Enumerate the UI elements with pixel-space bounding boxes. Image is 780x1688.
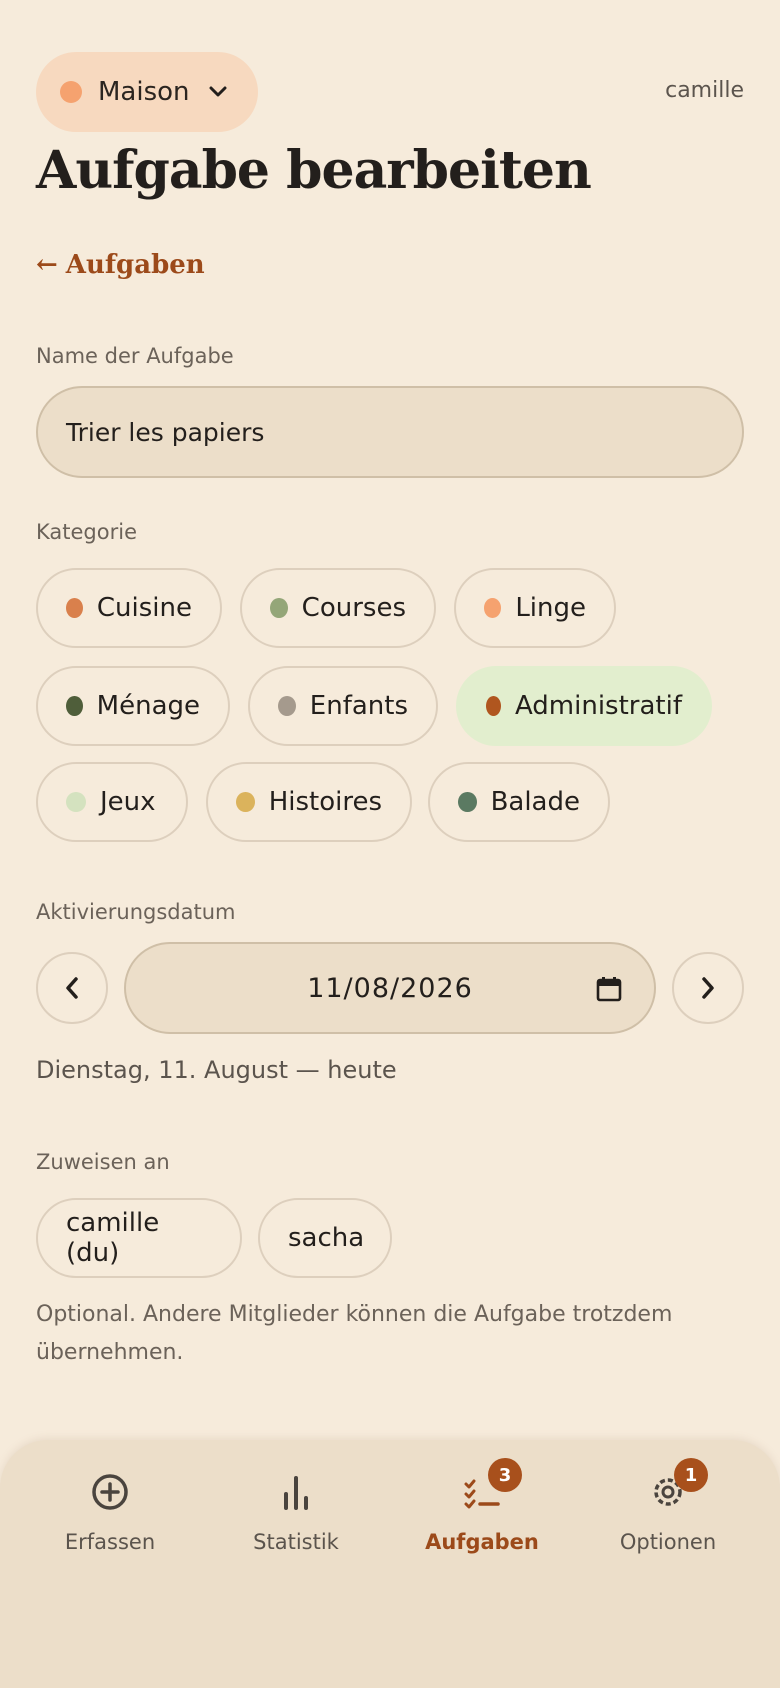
chevron-down-icon xyxy=(208,82,228,102)
nav-item-erfassen[interactable]: Erfassen xyxy=(20,1468,200,1554)
category-color-dot xyxy=(484,598,502,618)
assign-hint: Optional. Andere Mitglieder können die A… xyxy=(36,1302,673,1365)
household-color-dot xyxy=(60,81,82,103)
category-chip-label: Histoires xyxy=(268,787,382,817)
category-chip-label: Jeux xyxy=(100,787,156,817)
assignee-chip-sacha[interactable]: sacha xyxy=(258,1198,392,1278)
category-chip-linge[interactable]: Linge xyxy=(454,568,616,648)
assign-label: Zuweisen an xyxy=(36,1150,170,1174)
date-description: Dienstag, 11. August — heute xyxy=(36,1056,397,1084)
chevron-right-icon xyxy=(702,977,714,999)
arrow-left-icon: ← xyxy=(36,250,58,280)
assignee-chip-label: camille (du) xyxy=(66,1208,160,1268)
checklist-icon: 3 xyxy=(458,1458,522,1516)
nav-item-statistik[interactable]: Statistik xyxy=(206,1468,386,1554)
category-chip-label: Cuisine xyxy=(96,593,192,623)
notification-badge: 3 xyxy=(488,1458,522,1492)
nav-item-optionen[interactable]: 1 Optionen xyxy=(578,1458,758,1554)
date-value: 11/08/2026 xyxy=(307,972,473,1004)
plus-circle-icon xyxy=(86,1468,134,1516)
category-chip-administratif[interactable]: Administratif xyxy=(456,666,712,746)
category-chip-enfants[interactable]: Enfants xyxy=(248,666,438,746)
page-title: Aufgabe bearbeiten xyxy=(36,140,592,201)
category-color-dot xyxy=(66,696,83,716)
category-chip-cuisine[interactable]: Cuisine xyxy=(36,568,222,648)
assignee-chip-camille[interactable]: camille (du) xyxy=(36,1198,242,1278)
household-name: Maison xyxy=(98,77,190,107)
category-chip-label: Administratif xyxy=(514,691,682,721)
category-color-dot xyxy=(66,792,86,812)
activation-date-label: Aktivierungsdatum xyxy=(36,900,236,924)
category-color-dot xyxy=(278,696,296,716)
next-day-button[interactable] xyxy=(672,952,744,1024)
current-user-name[interactable]: camille xyxy=(665,78,744,103)
category-color-dot xyxy=(458,792,477,812)
settings-gear-icon: 1 xyxy=(644,1458,708,1516)
category-chip-label: Balade xyxy=(490,787,580,817)
category-color-dot xyxy=(270,598,288,618)
category-chip-label: Courses xyxy=(301,593,406,623)
activation-date-input[interactable]: 11/08/2026 xyxy=(124,942,656,1034)
category-chip-label: Ménage xyxy=(96,691,200,721)
category-chip-histoires[interactable]: Histoires xyxy=(206,762,412,842)
task-name-input[interactable]: Trier les papiers xyxy=(36,386,744,478)
category-chip-jeux[interactable]: Jeux xyxy=(36,762,188,842)
chevron-left-icon xyxy=(66,977,78,999)
nav-label: Erfassen xyxy=(64,1530,156,1554)
notification-badge: 1 xyxy=(674,1458,708,1492)
nav-item-aufgaben[interactable]: 3 Aufgaben xyxy=(392,1458,572,1554)
category-chip-courses[interactable]: Courses xyxy=(240,568,436,648)
back-link-label: Aufgaben xyxy=(65,250,205,280)
nav-label: Optionen xyxy=(619,1530,717,1554)
task-name-label: Name der Aufgabe xyxy=(36,344,234,368)
calendar-icon[interactable] xyxy=(596,976,622,1009)
back-to-tasks-link[interactable]: ← Aufgaben xyxy=(36,250,205,280)
category-color-dot xyxy=(236,792,255,812)
category-chip-label: Enfants xyxy=(309,691,408,721)
category-chip-balade[interactable]: Balade xyxy=(428,762,610,842)
previous-day-button[interactable] xyxy=(36,952,108,1024)
nav-label: Statistik xyxy=(253,1530,339,1554)
category-chip-menage[interactable]: Ménage xyxy=(36,666,230,746)
assignee-chip-label: sacha xyxy=(288,1223,365,1253)
category-label: Kategorie xyxy=(36,520,137,544)
bar-chart-icon xyxy=(272,1468,320,1516)
nav-label: Aufgaben xyxy=(425,1530,539,1554)
category-color-dot xyxy=(66,598,83,618)
bottom-navigation: Erfassen Statistik 3 Aufgaben 1 Optionen xyxy=(0,1440,780,1688)
category-color-dot xyxy=(486,696,501,716)
category-chip-label: Linge xyxy=(515,593,586,623)
household-selector[interactable]: Maison xyxy=(36,52,258,132)
